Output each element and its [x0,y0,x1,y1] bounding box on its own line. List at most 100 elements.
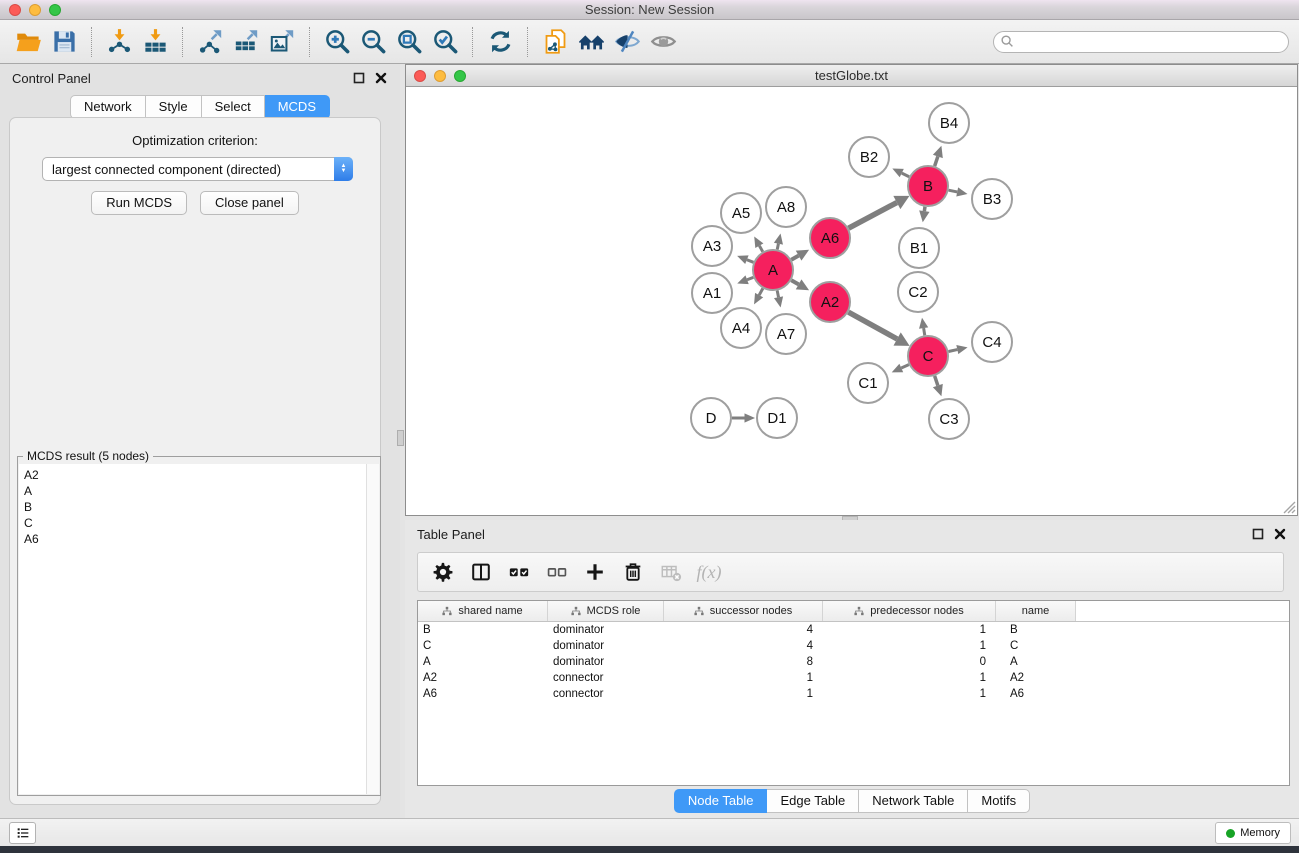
edge-C-C2[interactable] [924,328,925,335]
node-D1[interactable]: D1 [757,398,797,438]
edge-A-A4[interactable] [759,288,763,295]
edge-A-A8[interactable] [777,244,778,250]
node-A7[interactable]: A7 [766,314,806,354]
column-layout-button[interactable] [464,556,498,588]
node-B4[interactable]: B4 [929,103,969,143]
export-image-button[interactable] [264,25,300,59]
edge-C-C4[interactable] [949,350,958,352]
node-B3[interactable]: B3 [972,179,1012,219]
close-panel-action-button[interactable]: Close panel [200,191,299,215]
edge-A-A2[interactable] [791,280,798,284]
edge-C-C1[interactable] [901,365,909,368]
save-session-button[interactable] [46,25,82,59]
tab-network-table[interactable]: Network Table [859,789,968,813]
node-C2[interactable]: C2 [898,272,938,312]
node-A1[interactable]: A1 [692,273,732,313]
zoom-in-button[interactable] [319,25,355,59]
node-A2[interactable]: A2 [810,282,850,322]
search-input[interactable] [1015,35,1288,49]
edge-A-A3[interactable] [747,260,754,263]
table-settings-button[interactable] [426,556,460,588]
node-A4[interactable]: A4 [721,308,761,348]
edge-A-A5[interactable] [759,246,762,252]
edge-A2-C[interactable] [848,312,897,339]
node-A[interactable]: A [753,250,793,290]
node-A5[interactable]: A5 [721,193,761,233]
edge-B-B1[interactable] [924,207,925,211]
tab-edge-table[interactable]: Edge Table [767,789,859,813]
close-panel-button[interactable] [374,71,388,85]
node-C1[interactable]: C1 [848,363,888,403]
mcds-result-item[interactable]: A6 [19,531,366,547]
edge-A6-B[interactable] [849,203,897,229]
node-A3[interactable]: A3 [692,226,732,266]
column-header-mcds-role[interactable]: MCDS role [548,601,664,621]
mcds-result-item[interactable]: C [19,515,366,531]
table-float-panel-button[interactable] [1251,527,1265,541]
zoom-out-button[interactable] [355,25,391,59]
home-button[interactable] [573,25,609,59]
table-row[interactable]: A6connector11A6 [418,686,1289,702]
table-row[interactable]: Bdominator41B [418,622,1289,638]
tab-style[interactable]: Style [146,95,202,119]
table-close-panel-button[interactable] [1273,527,1287,541]
node-C4[interactable]: C4 [972,322,1012,362]
add-column-button[interactable] [578,556,612,588]
table-row[interactable]: Adominator80A [418,654,1289,670]
search-field[interactable] [993,31,1289,53]
node-B1[interactable]: B1 [899,228,939,268]
splitter-handle-vertical[interactable] [397,430,404,446]
zoom-fit-button[interactable] [391,25,427,59]
edge-C-C3[interactable] [935,376,938,386]
refresh-layout-button[interactable] [482,25,518,59]
node-D[interactable]: D [691,398,731,438]
zoom-selected-button[interactable] [427,25,463,59]
tab-mcds[interactable]: MCDS [265,95,330,119]
network-overview-button[interactable] [537,25,573,59]
edge-A-A7[interactable] [777,291,778,298]
mcds-result-item[interactable]: B [19,499,366,515]
session-tasks-button[interactable] [9,822,36,844]
mcds-result-scrollbar[interactable] [366,464,379,794]
export-network-button[interactable] [192,25,228,59]
delete-column-button[interactable] [616,556,650,588]
tab-network[interactable]: Network [70,95,146,119]
memory-button[interactable]: Memory [1215,822,1291,844]
node-C3[interactable]: C3 [929,399,969,439]
column-header-predecessor-nodes[interactable]: predecessor nodes [823,601,996,621]
edge-B-B2[interactable] [902,173,909,177]
import-table-button[interactable] [137,25,173,59]
select-all-button[interactable] [502,556,536,588]
deselect-all-button[interactable] [540,556,574,588]
edge-B-B4[interactable] [935,156,938,166]
network-canvas[interactable]: B4 B2 B B3 A5A8A6 A3 B1 A A1 C2 A2 A4A7 C4 C C1 C3 D D1 [406,87,1297,515]
hide-graphics-details-button[interactable] [609,25,645,59]
column-header-shared-name[interactable]: shared name [418,601,548,621]
table-row[interactable]: A2connector11A2 [418,670,1289,686]
optimization-criterion-select[interactable]: largest connected component (directed) ▲… [42,157,353,181]
network-graph[interactable]: B4 B2 B B3 A5A8A6 A3 B1 A A1 C2 A2 A4A7 C4 C C1 C3 D D1 [406,87,1297,515]
tab-motifs[interactable]: Motifs [968,789,1030,813]
open-session-button[interactable] [10,25,46,59]
column-header-name[interactable]: name [996,601,1076,621]
edge-A-A6[interactable] [791,256,798,260]
node-A8[interactable]: A8 [766,187,806,227]
mcds-result-item[interactable]: A2 [19,467,366,483]
node-B[interactable]: B [908,166,948,206]
column-header-successor-nodes[interactable]: successor nodes [664,601,823,621]
node-A6[interactable]: A6 [810,218,850,258]
table-row[interactable]: Cdominator41C [418,638,1289,654]
network-window-titlebar[interactable]: testGlobe.txt [406,65,1297,87]
show-graphics-details-button[interactable] [645,25,681,59]
float-panel-button[interactable] [352,71,366,85]
node-B2[interactable]: B2 [849,137,889,177]
tab-select[interactable]: Select [202,95,265,119]
export-table-button[interactable] [228,25,264,59]
tab-node-table[interactable]: Node Table [674,789,768,813]
import-network-button[interactable] [101,25,137,59]
node-C[interactable]: C [908,336,948,376]
edge-A-A1[interactable] [747,277,753,279]
edge-B-B3[interactable] [949,190,958,192]
mcds-result-item[interactable]: A [19,483,366,499]
resize-grip-icon[interactable] [1282,500,1296,514]
